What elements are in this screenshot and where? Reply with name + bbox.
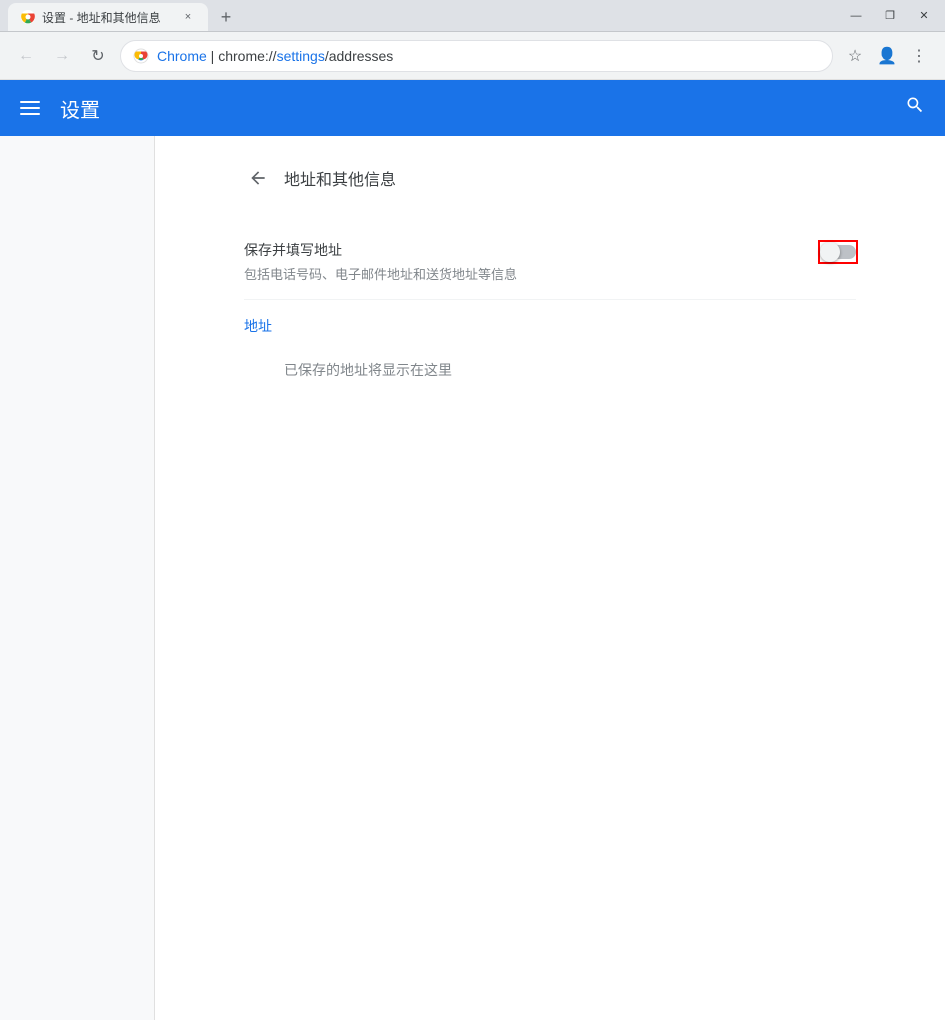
empty-state-text: 已保存的地址将显示在这里: [284, 362, 452, 378]
url-separator: | chrome://: [207, 48, 277, 64]
url-brand: Chrome: [157, 48, 207, 64]
menu-button[interactable]: ⋮: [905, 42, 933, 70]
address-bar: ← → ↻ Chrome | chrome://settings/address…: [0, 32, 945, 80]
setting-desc: 包括电话号码、电子邮件地址和送货地址等信息: [244, 264, 804, 283]
hamburger-line2: [20, 107, 40, 109]
address-save-setting-row: 保存并填写地址 包括电话号码、电子邮件地址和送货地址等信息: [244, 224, 856, 300]
title-bar: 设置 - 地址和其他信息 × + — ❐ ✕: [0, 0, 945, 32]
url-text: Chrome | chrome://settings/addresses: [157, 48, 393, 64]
page-title: 地址和其他信息: [284, 166, 396, 190]
section-title: 地址: [244, 318, 272, 334]
back-button[interactable]: ←: [12, 42, 40, 70]
setting-text: 保存并填写地址 包括电话号码、电子邮件地址和送货地址等信息: [244, 240, 804, 283]
setting-label: 保存并填写地址: [244, 240, 804, 260]
back-header: 地址和其他信息: [244, 156, 856, 200]
minimize-button[interactable]: —: [843, 7, 869, 25]
address-save-toggle[interactable]: [820, 242, 856, 262]
address-section-header: 地址: [244, 300, 856, 344]
tab-favicon: [20, 9, 36, 25]
settings-page: 地址和其他信息 保存并填写地址 包括电话号码、电子邮件地址和送货地址等信息 地址: [220, 136, 880, 416]
url-settings: settings: [277, 48, 325, 64]
content-area: 地址和其他信息 保存并填写地址 包括电话号码、电子邮件地址和送货地址等信息 地址: [155, 136, 945, 1020]
bookmark-button[interactable]: ☆: [841, 42, 869, 70]
hamburger-line3: [20, 113, 40, 115]
tab-title: 设置 - 地址和其他信息: [42, 9, 161, 26]
tab-strip: 设置 - 地址和其他信息 × +: [8, 0, 240, 31]
active-tab[interactable]: 设置 - 地址和其他信息 ×: [8, 3, 208, 31]
address-actions: ☆ 👤 ⋮: [841, 42, 933, 70]
tab-close-button[interactable]: ×: [180, 9, 196, 25]
restore-button[interactable]: ❐: [877, 7, 903, 25]
hamburger-line1: [20, 101, 40, 103]
search-button[interactable]: [901, 91, 929, 125]
hamburger-menu[interactable]: [16, 97, 44, 119]
app-header: 设置: [0, 80, 945, 136]
profile-button[interactable]: 👤: [873, 42, 901, 70]
new-tab-button[interactable]: +: [212, 3, 240, 31]
main-layout: 地址和其他信息 保存并填写地址 包括电话号码、电子邮件地址和送货地址等信息 地址: [0, 136, 945, 1020]
back-nav-button[interactable]: [244, 164, 272, 192]
window-controls: — ❐ ✕: [843, 7, 937, 25]
forward-button[interactable]: →: [48, 42, 76, 70]
empty-state: 已保存的地址将显示在这里: [244, 344, 856, 396]
app-title: 设置: [60, 94, 100, 123]
close-button[interactable]: ✕: [911, 7, 937, 25]
reload-button[interactable]: ↻: [84, 42, 112, 70]
url-path: /addresses: [325, 48, 393, 64]
sidebar: [0, 136, 155, 1020]
toggle-thumb: [820, 242, 840, 262]
url-bar[interactable]: Chrome | chrome://settings/addresses: [120, 40, 833, 72]
